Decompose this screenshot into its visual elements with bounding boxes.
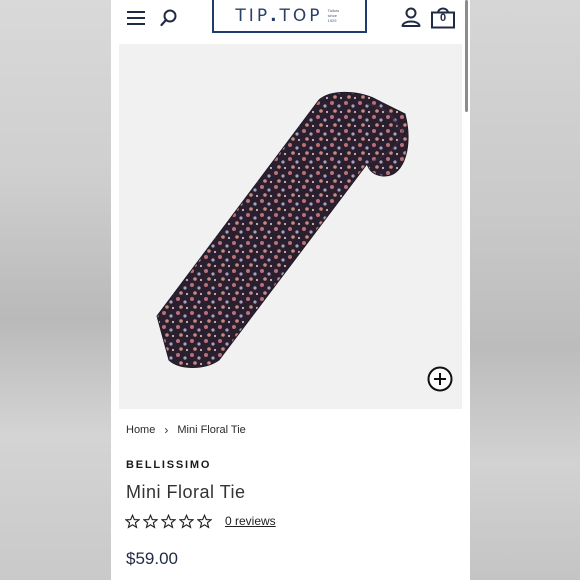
search-icon[interactable] <box>159 8 179 28</box>
scrollbar[interactable] <box>465 0 468 112</box>
product-brand[interactable]: BELLISSIMO <box>126 459 211 471</box>
breadcrumb-home[interactable]: Home <box>126 424 155 436</box>
rating-stars[interactable] <box>125 514 212 529</box>
star-empty-icon <box>143 514 158 529</box>
logo-wordmark: TIP.TOP <box>235 5 323 26</box>
tip-top-logo[interactable]: TIP.TOP Tailors since 1929 <box>212 0 367 33</box>
account-icon[interactable] <box>400 6 422 28</box>
breadcrumb-current[interactable]: Mini Floral Tie <box>177 424 245 436</box>
bag-count: 0 <box>439 12 447 24</box>
background-blur-left <box>0 0 111 580</box>
zoom-plus-icon[interactable] <box>427 366 453 392</box>
star-empty-icon <box>125 514 140 529</box>
logo-tagline: Tailors since 1929 <box>327 8 340 23</box>
breadcrumb: Home › Mini Floral Tie <box>126 423 246 437</box>
mobile-page: TIP.TOP Tailors since 1929 0 Home › Mini… <box>111 0 470 580</box>
reviews-link[interactable]: 0 reviews <box>225 514 276 528</box>
product-image[interactable] <box>119 44 462 409</box>
shopping-bag-icon[interactable]: 0 <box>430 5 456 29</box>
product-price: $59.00 <box>126 549 178 568</box>
chevron-right-icon: › <box>164 423 169 437</box>
product-title: Mini Floral Tie <box>126 482 246 502</box>
site-header: TIP.TOP Tailors since 1929 0 <box>111 0 470 38</box>
menu-icon[interactable] <box>127 9 147 27</box>
star-empty-icon <box>197 514 212 529</box>
tie-illustration <box>156 91 409 368</box>
star-empty-icon <box>179 514 194 529</box>
star-empty-icon <box>161 514 176 529</box>
background-blur-right <box>470 0 580 580</box>
